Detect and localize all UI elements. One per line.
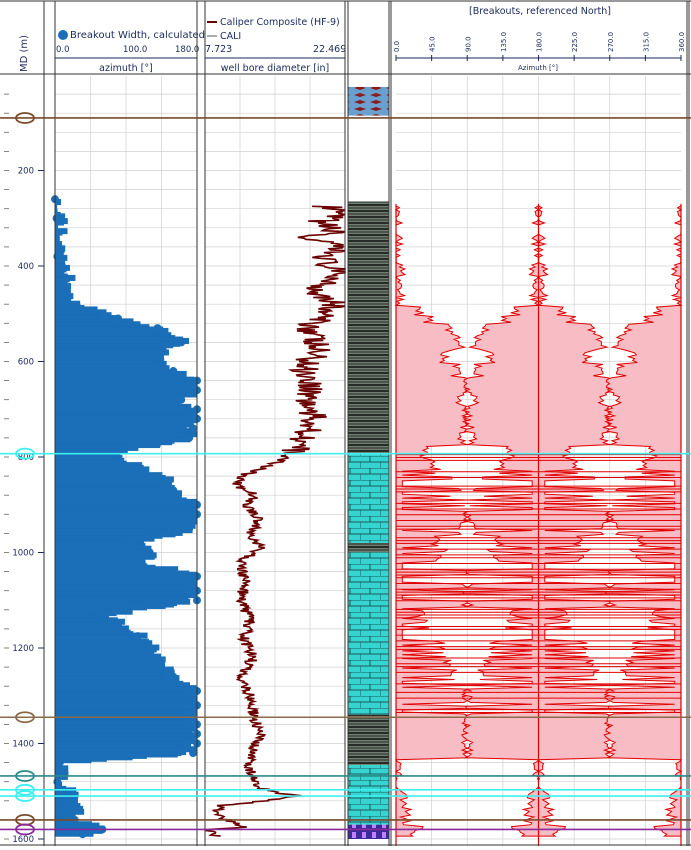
lithology-interval bbox=[348, 201, 389, 455]
breakout-width-point bbox=[169, 672, 178, 681]
track4-title: [Breakouts, referenced North] bbox=[469, 6, 611, 17]
breakout-width-point bbox=[54, 758, 63, 767]
lithology-interval bbox=[348, 86, 389, 116]
track2-tick-min: 7.723 bbox=[205, 44, 232, 55]
track1-tick-mid: 100.0 bbox=[123, 45, 147, 55]
azimuth-tick-label: 0.0 bbox=[393, 41, 401, 52]
azimuth-tick-label: 45.0 bbox=[429, 36, 437, 52]
breakout-width-point bbox=[52, 214, 61, 223]
breakout-width-point bbox=[137, 558, 146, 567]
track2-legend-label-1: Caliper Composite (HF-9) bbox=[220, 17, 340, 28]
track1-axis-label: azimuth [°] bbox=[99, 63, 153, 74]
breakout-width-point bbox=[57, 295, 66, 304]
azimuth-tick-label: 135.0 bbox=[500, 32, 508, 52]
breakout-width-point bbox=[114, 314, 123, 323]
breakout-width-point bbox=[145, 548, 154, 557]
well-log-plot: MD (m) Breakout Width, calculated 0.0 10… bbox=[0, 0, 691, 846]
lithology-column bbox=[348, 86, 389, 839]
azimuth-tick-label: 90.0 bbox=[464, 36, 472, 52]
breakout-width-point bbox=[177, 395, 186, 404]
breakout-width-point bbox=[145, 352, 154, 361]
breakout-width-point bbox=[169, 486, 178, 495]
azimuth-tick-label: 360.0 bbox=[678, 32, 686, 52]
depth-axis: 2004006008001000120014001600 bbox=[4, 93, 44, 845]
track2-header: Caliper Composite (HF-9) CALI 7.723 22.4… bbox=[204, 17, 346, 74]
breakout-width-point bbox=[98, 309, 107, 318]
depth-axis-label: MD (m) bbox=[19, 35, 30, 72]
breakout-width-point bbox=[78, 830, 87, 839]
track1-legend-label: Breakout Width, calculated bbox=[70, 30, 205, 41]
breakout-width-point bbox=[161, 476, 170, 485]
breakout-width-point bbox=[189, 424, 198, 433]
azimuth-tick-label: 315.0 bbox=[642, 32, 650, 52]
depth-tick-label: 1000 bbox=[12, 549, 34, 559]
azimuth-tick-label: 225.0 bbox=[571, 32, 579, 52]
breakout-width-point bbox=[145, 644, 154, 652]
lithology-interval bbox=[348, 542, 389, 553]
depth-tick-label: 600 bbox=[18, 358, 34, 368]
azimuth-tick-label: 270.0 bbox=[607, 32, 615, 52]
track2-axis-label: well bore diameter [in] bbox=[221, 63, 329, 74]
breakout-envelope bbox=[394, 203, 474, 837]
depth-tick-label: 1600 bbox=[12, 835, 34, 845]
depth-tick-label: 200 bbox=[18, 167, 34, 177]
breakout-width-point bbox=[114, 620, 123, 629]
lithology-interval bbox=[348, 824, 389, 839]
breakout-width-point bbox=[185, 524, 194, 533]
breakout-width-point bbox=[98, 610, 107, 619]
breakout-azimuth-track bbox=[394, 203, 683, 846]
breakout-width-point bbox=[106, 448, 115, 457]
depth-tick-label: 1200 bbox=[12, 644, 34, 654]
breakout-width-point bbox=[60, 276, 69, 285]
breakout-width-point bbox=[129, 538, 138, 547]
breakout-width-point bbox=[153, 658, 162, 667]
track1-header: Breakout Width, calculated 0.0 100.0 180… bbox=[54, 30, 205, 74]
breakout-width-point bbox=[133, 632, 142, 641]
track1-tick-min: 0.0 bbox=[56, 45, 70, 55]
track1-legend-marker bbox=[58, 30, 68, 40]
track2-legend-label-2: CALI bbox=[220, 31, 241, 42]
lithology-interval bbox=[348, 714, 389, 765]
depth-tick-label: 1400 bbox=[12, 740, 34, 750]
track4-tick-labels: 0.0 45.0 90.0 135.0 180.0 225.0 270.0 315.0 360.… bbox=[393, 32, 686, 61]
well-log-viewer: MD (m) Breakout Width, calculated 0.0 10… bbox=[0, 0, 691, 846]
azimuth-tick-label: 180.0 bbox=[536, 32, 544, 52]
lithology-interval bbox=[348, 454, 389, 543]
breakout-width-bar bbox=[55, 830, 94, 837]
breakout-envelope bbox=[603, 203, 683, 837]
track2-tick-max: 22.469 bbox=[313, 44, 346, 55]
breakout-width-point bbox=[169, 367, 178, 376]
breakout-width-point bbox=[153, 324, 162, 333]
lithology-interval bbox=[348, 552, 389, 715]
breakout-width-point bbox=[189, 749, 198, 758]
breakout-width-point bbox=[129, 462, 138, 471]
track4-axis-label: Azimuth [°] bbox=[518, 64, 558, 72]
track1-tick-max: 180.0 bbox=[175, 45, 199, 55]
lithology-interval bbox=[348, 764, 389, 825]
depth-tick-label: 400 bbox=[18, 262, 34, 272]
track4-header: [Breakouts, referenced North] 0.0 45.0 90.… bbox=[393, 6, 686, 72]
breakout-width-point bbox=[177, 338, 186, 347]
breakout-width-point bbox=[185, 433, 194, 442]
